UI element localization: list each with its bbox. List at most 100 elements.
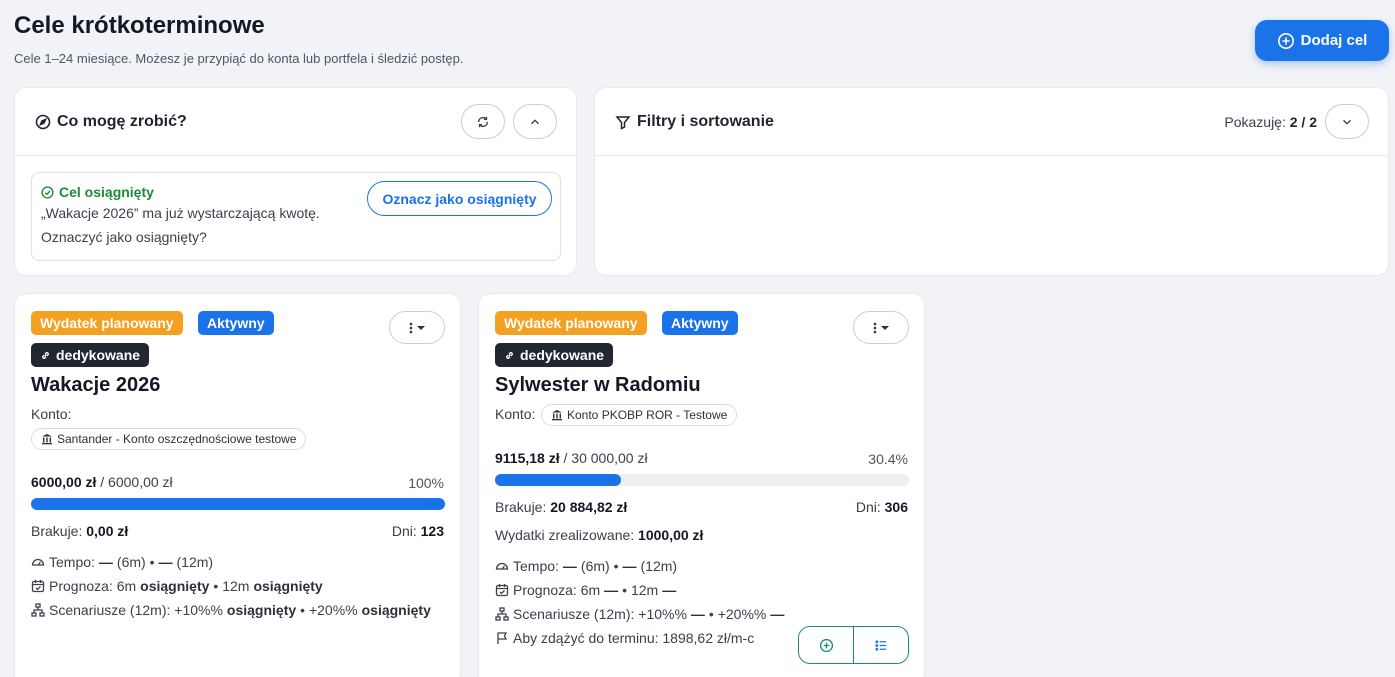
tempo-12m: — <box>158 554 173 570</box>
gauge-icon <box>495 562 509 570</box>
dedicated-badge: dedykowane <box>495 343 614 367</box>
account-chip[interactable]: Konto PKOBP ROR - Testowe <box>541 404 738 426</box>
target-amount: / 30 000,00 zł <box>563 450 648 466</box>
mark-achieved-button[interactable]: Oznacz jako osiągnięty <box>367 181 552 216</box>
missing-label: Brakuje: <box>495 499 547 515</box>
chevron-down-icon <box>1343 119 1351 125</box>
tempo-label: Tempo: <box>513 558 559 574</box>
forecast-mid: • 12m <box>622 582 659 598</box>
forecast-label: Prognoza: 6m <box>513 582 601 598</box>
forecast-12m: osiągnięty <box>253 578 323 594</box>
tempo-6m-label: (6m) • <box>580 558 619 574</box>
forecast-12m: — <box>662 582 677 598</box>
goal-amount: 6000,00 zł / 6000,00 zł <box>31 474 173 490</box>
scenarios-label: Scenariusze (12m): +10%% <box>513 606 687 622</box>
scenarios-mid: • +20%% <box>708 606 767 622</box>
tempo-12m-label: (12m) <box>176 554 214 570</box>
progress-percent: 30.4% <box>868 451 908 467</box>
scenarios-line: Scenariusze (12m): +10%% — • +20%% — <box>495 606 784 622</box>
suggestions-header: Co mogę zrobić? <box>15 88 576 156</box>
forecast-6m: osiągnięty <box>140 578 210 594</box>
results-count-value: 2 / 2 <box>1289 114 1317 130</box>
tempo-line: Tempo: — (6m) • — (12m) <box>495 558 677 574</box>
scenario-20: — <box>770 606 785 622</box>
scenarios-label: Scenariusze (12m): +10%% <box>49 602 223 618</box>
filter-icon <box>615 115 631 130</box>
calendar-check-icon <box>31 580 45 593</box>
forecast-label: Prognoza: 6m <box>49 578 137 594</box>
bank-icon <box>552 410 562 421</box>
forecast-6m: — <box>604 582 619 598</box>
tempo-12m: — <box>622 558 637 574</box>
history-list-button[interactable] <box>853 627 908 663</box>
missing-stat: Brakuje: 20 884,82 zł <box>495 499 627 515</box>
goal-card: Wydatek planowany Aktywny dedykowane Syl… <box>478 293 925 677</box>
suggestions-title-label: Co mogę zrobić? <box>57 112 187 130</box>
progress-bar <box>495 474 909 486</box>
filters-header: Filtry i sortowanie Pokazuję: 2 / 2 <box>595 88 1388 156</box>
filters-title: Filtry i sortowanie <box>615 113 774 131</box>
deadline-text: Aby zdążyć do terminu: 1898,62 zł/m-c <box>513 630 755 646</box>
scenarios-mid: • +20%% <box>300 602 358 618</box>
suggestions-title: Co mogę zrobić? <box>35 113 187 131</box>
filters-panel: Filtry i sortowanie Pokazuję: 2 / 2 <box>594 87 1389 276</box>
link-icon <box>506 351 513 359</box>
filters-title-label: Filtry i sortowanie <box>637 112 774 130</box>
days-label: Dni: <box>855 499 881 515</box>
goal-title: Sylwester w Radomiu <box>495 374 701 396</box>
page-subtitle: Cele 1–24 miesiące. Możesz je przypiąć d… <box>14 51 464 66</box>
compass-icon <box>35 114 51 129</box>
tempo-line: Tempo: — (6m) • — (12m) <box>31 554 213 570</box>
days-stat: Dni: 306 <box>856 499 908 515</box>
tip-card: Cel osiągnięty „Wakacje 2026” ma już wys… <box>31 172 561 261</box>
missing-label: Brakuje: <box>31 523 83 539</box>
refresh-icon <box>477 116 489 127</box>
current-amount: 6000,00 zł <box>31 474 97 490</box>
more-vertical-icon <box>873 322 877 333</box>
realized-value: 1000,00 zł <box>638 527 704 543</box>
dedicated-badge-label: dedykowane <box>520 347 605 363</box>
suggestions-panel: Co mogę zrobić? Cel osiągnięty „Wakacje … <box>14 87 577 276</box>
results-count: Pokazuję: 2 / 2 <box>1224 114 1317 130</box>
tempo-6m: — <box>98 554 113 570</box>
refresh-button[interactable] <box>461 104 505 139</box>
account-label: Konto: <box>495 406 536 422</box>
filters-expand-button[interactable] <box>1325 104 1369 139</box>
add-contribution-button[interactable] <box>799 627 853 663</box>
flag-icon <box>497 632 508 644</box>
more-vertical-icon <box>409 322 413 333</box>
account-chip[interactable]: Santander - Konto oszczędnościowe testow… <box>31 428 307 450</box>
dedicated-badge-label: dedykowane <box>56 347 141 363</box>
collapse-button[interactable] <box>513 104 557 139</box>
add-goal-button[interactable]: Dodaj cel <box>1255 20 1389 61</box>
card-menu-button[interactable] <box>389 311 445 344</box>
page-title: Cele krótkoterminowe <box>14 12 265 39</box>
scenario-10: osiągnięty <box>226 602 297 618</box>
forecast-mid: • 12m <box>213 578 250 594</box>
results-count-label: Pokazuję: <box>1224 114 1286 130</box>
card-actions <box>798 626 909 664</box>
calendar-check-icon <box>495 584 509 597</box>
goal-title: Wakacje 2026 <box>31 374 161 396</box>
forecast-line: Prognoza: 6m osiągnięty • 12m osiągnięty <box>31 578 323 594</box>
missing-value: 20 884,82 zł <box>550 499 628 515</box>
progress-bar-fill <box>495 474 621 486</box>
scenario-20: osiągnięty <box>361 602 431 618</box>
realized-label: Wydatki zrealizowane: <box>495 527 635 543</box>
status-badge: Aktywny <box>662 311 738 335</box>
target-amount: / 6000,00 zł <box>100 474 173 490</box>
card-menu-button[interactable] <box>853 311 909 344</box>
tempo-label: Tempo: <box>49 554 95 570</box>
sitemap-icon <box>31 603 45 617</box>
list-icon <box>874 639 886 651</box>
type-badge: Wydatek planowany <box>31 311 183 335</box>
days-stat: Dni: 123 <box>392 523 444 539</box>
goal-card: Wydatek planowany Aktywny dedykowane Wak… <box>14 293 461 677</box>
dedicated-badge: dedykowane <box>31 343 150 367</box>
days-label: Dni: <box>391 523 417 539</box>
account-label: Konto: <box>31 406 72 422</box>
goal-amount: 9115,18 zł / 30 000,00 zł <box>495 450 648 466</box>
type-badge: Wydatek planowany <box>495 311 647 335</box>
days-value: 306 <box>884 499 908 515</box>
link-icon <box>42 351 49 359</box>
